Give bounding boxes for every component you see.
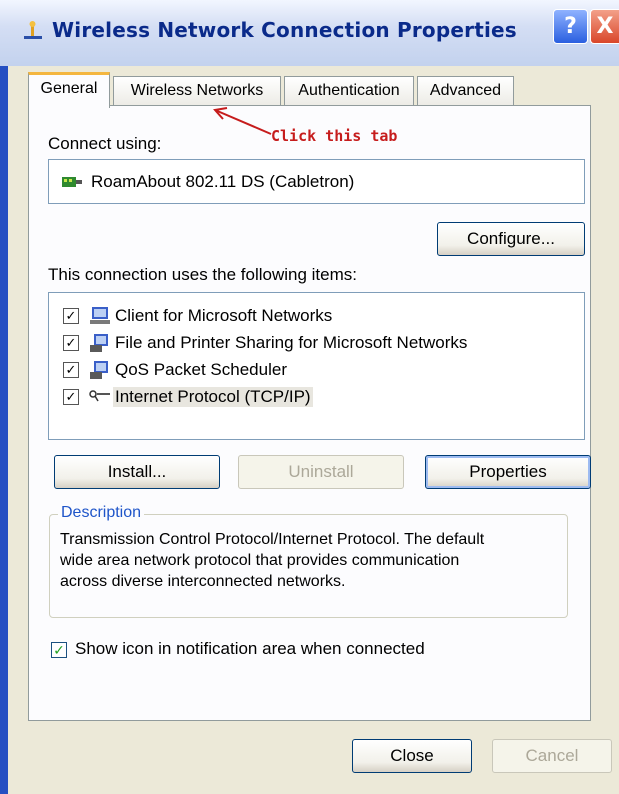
item-checkbox[interactable]: ✓ [63,335,79,351]
file-printer-sharing-icon [90,334,108,352]
annotation-arrow [213,107,272,135]
description-line: wide area network protocol that provides… [60,552,460,569]
adapter-name: RoamAbout 802.11 DS (Cabletron) [91,172,355,191]
description-line: across diverse interconnected networks. [60,573,346,590]
qos-scheduler-icon [90,361,108,379]
window-title: Wireless Network Connection Properties [52,18,517,42]
tab-advanced[interactable]: Advanced [417,76,514,106]
list-item[interactable]: ✓ Internet Protocol (TCP/IP) [49,384,509,410]
window-close-button[interactable]: X [590,9,619,44]
item-checkbox[interactable]: ✓ [63,389,79,405]
uninstall-button[interactable]: Uninstall [238,455,404,489]
install-button[interactable]: Install... [54,455,220,489]
item-label: Internet Protocol (TCP/IP) [113,387,313,407]
protocol-icon [89,390,110,402]
items-list[interactable]: ✓ Client for Microsoft Networks ✓ File a… [48,292,585,440]
description-group: Description Transmission Control Protoco… [49,504,568,618]
window-frame-left [0,66,8,794]
description-line: Transmission Control Protocol/Internet P… [60,531,485,548]
cancel-button[interactable]: Cancel [492,739,612,773]
network-connection-icon [24,21,42,39]
general-tab-panel: Connect using: RoamAbout 802.11 DS (Cabl… [28,105,591,721]
tab-general[interactable]: General [28,72,110,108]
annotation-text: Click this tab [271,127,398,145]
configure-button[interactable]: Configure... [437,222,585,256]
description-title: Description [58,504,145,522]
items-label: This connection uses the following items… [48,265,357,284]
tab-strip: General Wireless Networks Authentication… [0,66,619,108]
item-label: QoS Packet Scheduler [115,360,287,379]
title-bar: Wireless Network Connection Properties ?… [0,0,619,66]
close-button[interactable]: Close [352,739,472,773]
list-item[interactable]: ✓ QoS Packet Scheduler [49,357,509,383]
item-label: File and Printer Sharing for Microsoft N… [115,333,468,352]
tab-wireless-networks[interactable]: Wireless Networks [113,76,281,106]
adapter-field: RoamAbout 802.11 DS (Cabletron) [48,159,585,204]
show-icon-checkbox[interactable]: ✓ [51,642,67,658]
connect-using-label: Connect using: [48,134,162,153]
properties-button[interactable]: Properties [425,455,591,489]
list-item[interactable]: ✓ Client for Microsoft Networks [49,303,509,329]
network-card-icon [62,177,82,187]
list-item[interactable]: ✓ File and Printer Sharing for Microsoft… [49,330,509,356]
show-icon-label: Show icon in notification area when conn… [75,639,425,658]
help-button[interactable]: ? [553,9,588,44]
item-checkbox[interactable]: ✓ [63,308,79,324]
tab-authentication[interactable]: Authentication [284,76,414,106]
item-label: Client for Microsoft Networks [115,306,333,325]
client-network-icon [90,307,110,324]
item-checkbox[interactable]: ✓ [63,362,79,378]
